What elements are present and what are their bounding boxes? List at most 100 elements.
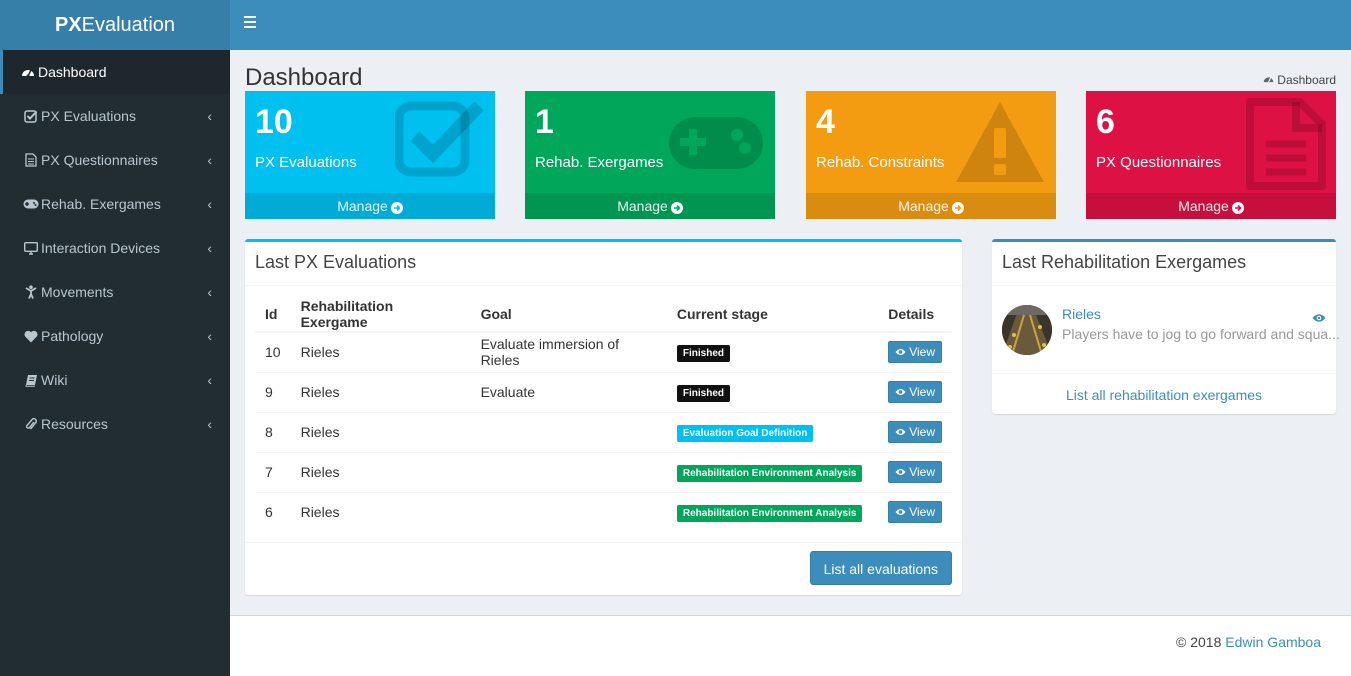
manage-link[interactable]: Manage [806,193,1056,219]
status-badge: Evaluation Goal Definition [676,424,814,442]
author-link[interactable]: Edwin Gamboa [1225,634,1321,650]
sidebar-item-pathology[interactable]: Pathology ‹ [0,314,230,358]
warning-icon [954,98,1046,187]
eye-icon [895,465,909,479]
menu-toggle-icon[interactable] [244,16,260,34]
table-row: 9 Rieles Evaluate Finished View [255,371,952,412]
sidebar-item-dashboard[interactable]: Dashboard [0,50,230,94]
status-badge: Rehabilitation Environment Analysis [676,464,863,482]
sidebar-item-wiki[interactable]: Wiki ‹ [0,358,230,402]
breadcrumb[interactable]: Dashboard [1263,73,1336,87]
file-text-icon [21,153,41,167]
chevron-left-icon: ‹ [207,372,212,388]
stat-value: 4 [816,103,835,141]
view-button[interactable]: View [888,341,942,364]
cell-id: 9 [255,371,291,412]
table-row: 6 Rieles Rehabilitation Environment Anal… [255,491,952,532]
desktop-icon [21,241,41,255]
sidebar-item-resources[interactable]: Resources ‹ [0,402,230,446]
table-row: 10 Rieles Evaluate immersion of Rieles F… [255,331,952,372]
stat-label: Rehab. Constraints [816,154,945,171]
app-logo[interactable]: PXEvaluation [0,0,230,50]
sidebar-item-label: Movements [41,284,114,300]
exergame-thumbnail[interactable] [1002,305,1052,355]
child-icon [21,285,41,299]
cell-stage: Finished [666,331,879,372]
cell-goal: Evaluate [470,371,667,412]
sidebar-item-label: Resources [41,416,108,432]
exergame-name-link[interactable]: Rieles [1062,306,1101,322]
view-label: View [909,425,935,439]
panel-title: Last PX Evaluations [245,242,962,286]
view-button[interactable]: View [888,501,942,524]
sidebar-item-movements[interactable]: Movements ‹ [0,270,230,314]
cell-details: View [878,331,952,372]
stat-label: PX Questionnaires [1096,154,1222,171]
page-title: Dashboard [245,64,363,91]
last-evaluations-panel: Last PX Evaluations Id Rehabilitation Ex… [245,239,962,595]
divider [992,373,1336,374]
chevron-left-icon: ‹ [207,328,212,344]
manage-label: Manage [1178,198,1229,214]
cell-details: View [878,451,952,492]
manage-link[interactable]: Manage [245,193,495,219]
gamepad-icon [667,115,765,174]
list-all-exergames-link[interactable]: List all rehabilitation exergames [992,387,1336,403]
view-button[interactable]: View [888,421,942,443]
manage-label: Manage [337,198,388,214]
sidebar-item-px-questionnaires[interactable]: PX Questionnaires ‹ [0,138,230,182]
manage-label: Manage [617,198,668,214]
check-square-icon [21,109,41,123]
logo-rest: Evaluation [81,14,176,36]
stat-box-rehab-constraints: 4 Rehab. Constraints Manage [806,91,1056,219]
sidebar-item-label: PX Evaluations [41,108,136,124]
view-button[interactable]: View [888,461,942,483]
manage-label: Manage [898,198,949,214]
cell-stage: Rehabilitation Environment Analysis [666,451,879,492]
main-content: Dashboard Dashboard 10 PX Evaluations Ma… [230,50,1351,615]
eye-icon [895,505,909,519]
chevron-left-icon: ‹ [207,284,212,300]
stat-label: Rehab. Exergames [535,154,664,171]
manage-link[interactable]: Manage [525,193,775,219]
list-all-evaluations-button[interactable]: List all evaluations [809,551,952,585]
sidebar: PXEvaluation Dashboard PX Evaluations ‹ … [0,0,230,676]
eye-icon[interactable] [1312,310,1326,326]
stat-value: 1 [535,103,554,141]
arrow-circle-right-icon [670,202,683,214]
cell-stage: Rehabilitation Environment Analysis [666,491,879,532]
cell-exergame: Rieles [290,411,471,452]
dashboard-icon [1263,73,1277,87]
sidebar-item-rehab-exergames[interactable]: Rehab. Exergames ‹ [0,182,230,226]
chevron-left-icon: ‹ [207,196,212,212]
evaluations-table: Id Rehabilitation Exergame Goal Current … [255,296,952,532]
sidebar-item-interaction-devices[interactable]: Interaction Devices ‹ [0,226,230,270]
status-badge: Rehabilitation Environment Analysis [676,504,863,522]
cell-goal: Evaluate immersion of Rieles [470,331,667,372]
sidebar-item-label: Interaction Devices [41,240,161,256]
page-footer: © 2018 Edwin Gamboa [230,615,1351,676]
manage-link[interactable]: Manage [1086,193,1336,219]
sidebar-item-label: PX Questionnaires [41,152,158,168]
cell-details: View [878,371,952,412]
sidebar-item-px-evaluations[interactable]: PX Evaluations ‹ [0,94,230,138]
sidebar-item-label: Dashboard [38,64,107,80]
cell-stage: Evaluation Goal Definition [666,411,879,452]
column-header: Rehabilitation Exergame [290,296,471,333]
divider [245,542,962,543]
arrow-circle-right-icon [1231,202,1244,214]
view-label: View [909,465,935,479]
view-button[interactable]: View [888,381,942,403]
stat-label: PX Evaluations [255,154,357,171]
logo-bold: PX [54,14,82,36]
stat-box-rehab-exergames: 1 Rehab. Exergames Manage [525,91,775,219]
cell-id: 7 [255,451,291,492]
stat-value: 10 [255,103,293,141]
file-text-icon [1246,98,1326,193]
cell-details: View [878,411,952,452]
status-badge: Finished [676,384,730,402]
chevron-left-icon: ‹ [207,152,212,168]
cell-id: 8 [255,411,291,452]
cell-stage: Finished [666,371,879,412]
cell-exergame: Rieles [290,451,471,492]
